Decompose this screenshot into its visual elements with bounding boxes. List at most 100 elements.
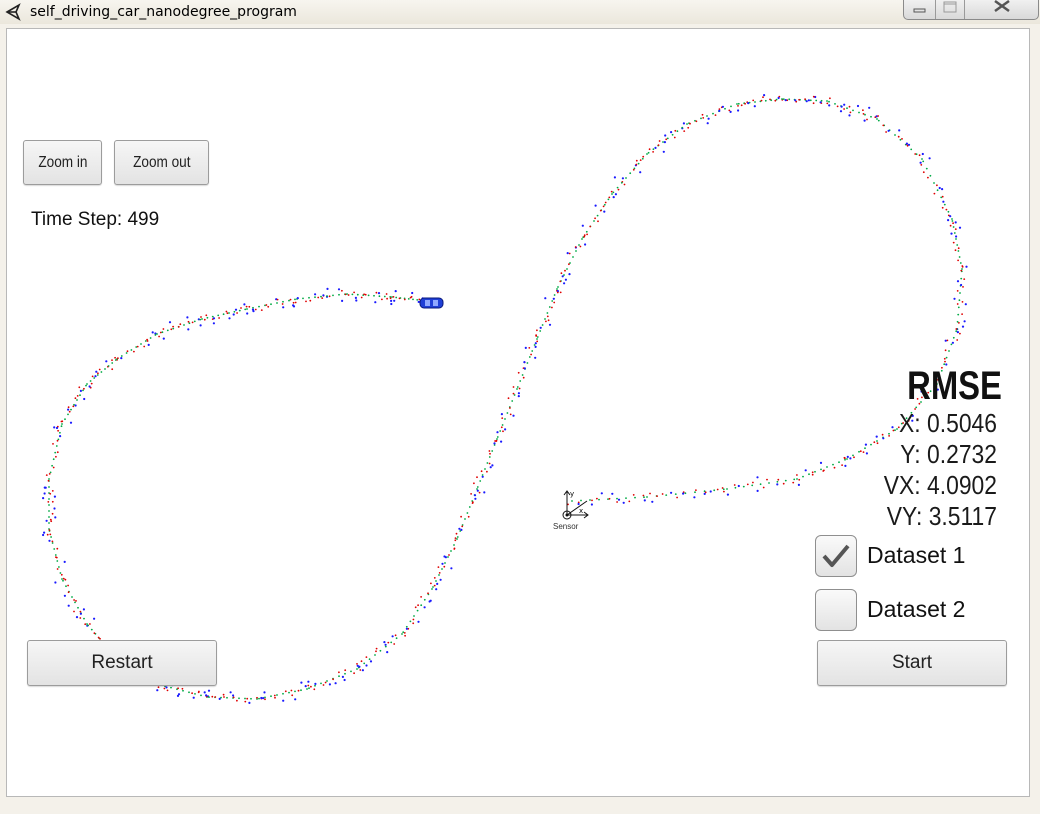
radar-measurement bbox=[729, 110, 732, 113]
lidar-measurement bbox=[387, 641, 390, 644]
estimate-point bbox=[958, 299, 961, 302]
lidar-measurement bbox=[51, 490, 54, 492]
estimate-point bbox=[501, 424, 504, 426]
lidar-measurement bbox=[56, 568, 59, 570]
radar-measurement bbox=[384, 643, 387, 646]
restart-button[interactable]: Restart bbox=[27, 640, 217, 686]
lidar-measurement bbox=[752, 99, 755, 102]
lidar-measurement bbox=[93, 632, 96, 635]
radar-measurement bbox=[151, 331, 154, 334]
radar-measurement bbox=[961, 325, 965, 328]
lidar-measurement bbox=[364, 293, 367, 296]
radar-measurement bbox=[682, 122, 686, 125]
estimate-point bbox=[306, 688, 308, 690]
restart-label: Restart bbox=[91, 652, 153, 673]
radar-measurement bbox=[566, 252, 569, 255]
estimate-point bbox=[351, 293, 354, 296]
lidar-measurement bbox=[162, 328, 165, 330]
radar-measurement bbox=[941, 188, 944, 191]
lidar-measurement bbox=[281, 303, 284, 305]
estimate-point bbox=[959, 262, 962, 264]
estimate-point bbox=[208, 696, 210, 698]
radar-measurement bbox=[534, 342, 537, 345]
lidar-measurement bbox=[500, 426, 503, 429]
estimate-point bbox=[578, 244, 580, 246]
radar-measurement bbox=[390, 302, 393, 306]
radar-measurement bbox=[63, 560, 66, 564]
lidar-measurement bbox=[166, 689, 169, 692]
estimate-point bbox=[479, 480, 482, 482]
lidar-measurement bbox=[652, 151, 654, 153]
radar-measurement bbox=[848, 114, 851, 117]
lidar-measurement bbox=[218, 317, 221, 319]
radar-measurement bbox=[828, 104, 831, 107]
zoom-in-button[interactable]: Zoom in bbox=[23, 140, 102, 185]
estimate-point bbox=[684, 492, 687, 495]
radar-measurement bbox=[48, 539, 51, 542]
lidar-measurement bbox=[55, 556, 58, 559]
radar-measurement bbox=[804, 469, 807, 472]
estimate-point bbox=[536, 338, 538, 340]
estimate-point bbox=[367, 294, 370, 297]
dataset-1-checkbox[interactable] bbox=[815, 535, 857, 577]
minimize-button[interactable] bbox=[904, 0, 936, 19]
lidar-measurement bbox=[744, 102, 746, 105]
estimate-point bbox=[48, 504, 50, 506]
close-button[interactable] bbox=[965, 0, 1038, 19]
radar-measurement bbox=[747, 102, 750, 105]
checkmark-icon bbox=[822, 544, 850, 567]
estimate-point bbox=[416, 299, 419, 301]
lidar-measurement bbox=[489, 452, 491, 455]
lidar-measurement bbox=[568, 263, 570, 266]
radar-measurement bbox=[942, 200, 945, 203]
estimate-point bbox=[383, 295, 386, 298]
zoom-out-button[interactable]: Zoom out bbox=[114, 140, 209, 185]
simulator-viewport[interactable]: y x Sensor Zoom in Zoom out Time Step: 4… bbox=[6, 28, 1030, 797]
estimate-point bbox=[182, 689, 184, 692]
radar-measurement bbox=[819, 101, 822, 104]
estimate-point bbox=[526, 362, 529, 364]
estimate-point bbox=[51, 542, 54, 544]
radar-measurement bbox=[439, 578, 442, 581]
lidar-measurement bbox=[338, 671, 340, 674]
radar-measurement bbox=[282, 699, 285, 702]
lidar-measurement bbox=[158, 335, 161, 338]
dataset-2-checkbox[interactable] bbox=[815, 589, 857, 631]
estimate-point bbox=[338, 293, 340, 296]
lidar-measurement bbox=[586, 233, 588, 236]
lidar-measurement bbox=[782, 482, 785, 485]
time-step-readout: Time Step: 499 bbox=[31, 209, 160, 230]
estimate-point bbox=[754, 101, 756, 103]
lidar-measurement bbox=[360, 660, 363, 663]
maximize-button[interactable] bbox=[936, 0, 965, 19]
estimate-point bbox=[332, 294, 334, 297]
lidar-measurement bbox=[292, 301, 295, 304]
estimate-point bbox=[846, 107, 848, 110]
lidar-measurement bbox=[341, 289, 343, 292]
radar-measurement bbox=[621, 177, 625, 180]
lidar-measurement bbox=[841, 464, 843, 466]
radar-measurement bbox=[839, 110, 843, 113]
lidar-measurement bbox=[502, 430, 504, 433]
estimate-point bbox=[238, 697, 240, 700]
lidar-measurement bbox=[522, 376, 525, 379]
estimate-point bbox=[674, 493, 677, 495]
estimate-point bbox=[183, 324, 185, 326]
estimate-point bbox=[533, 344, 536, 346]
radar-measurement bbox=[473, 494, 477, 497]
lidar-measurement bbox=[642, 494, 645, 497]
lidar-measurement bbox=[448, 554, 450, 556]
start-button[interactable]: Start bbox=[817, 640, 1007, 686]
estimate-point bbox=[390, 641, 393, 644]
lidar-measurement bbox=[223, 696, 225, 698]
title-bar[interactable]: self_driving_car_nanodegree_program bbox=[0, 0, 1040, 24]
radar-measurement bbox=[304, 685, 307, 688]
radar-measurement bbox=[539, 326, 542, 329]
estimate-point bbox=[368, 658, 371, 661]
lidar-measurement bbox=[460, 515, 462, 518]
lidar-measurement bbox=[56, 451, 59, 454]
estimate-point bbox=[447, 556, 449, 558]
lidar-measurement bbox=[254, 308, 257, 311]
radar-measurement bbox=[523, 361, 526, 364]
estimate-point bbox=[65, 585, 67, 588]
